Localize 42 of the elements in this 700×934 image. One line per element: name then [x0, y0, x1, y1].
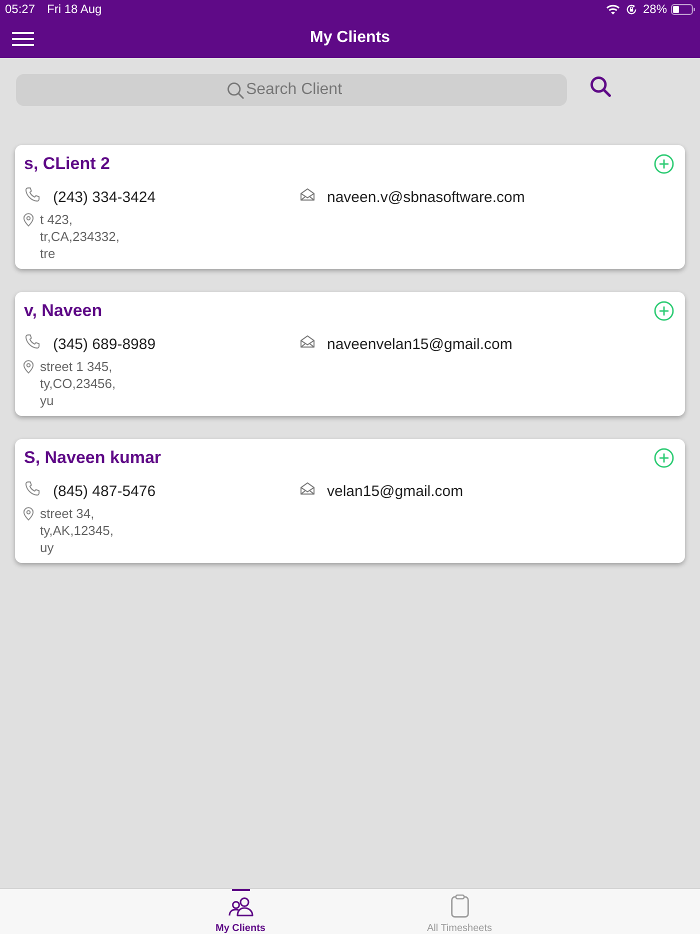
client-name: v, Naveen	[24, 301, 102, 321]
phone-number[interactable]: (243) 334-3424	[53, 188, 156, 206]
client-card[interactable]: S, Naveen kumar (845) 487-5476 velan15@gmail.com street 34, ty,AK,12345, uy	[15, 439, 685, 563]
client-name: S, Naveen kumar	[24, 448, 162, 468]
tab-button[interactable]: My Clients	[131, 889, 350, 934]
location-pin-icon	[23, 213, 34, 227]
client-address: street 1 345, ty,CO,23456, yu	[40, 358, 116, 409]
battery-percent: 28%	[642, 2, 667, 16]
email-address[interactable]: naveen.v@sbnasoftware.com	[327, 188, 525, 206]
menu-icon[interactable]	[12, 32, 34, 46]
phone-icon	[25, 480, 40, 496]
envelope-icon	[300, 188, 315, 200]
envelope-icon	[300, 482, 315, 494]
search-field[interactable]: Search Client	[16, 74, 567, 106]
status-time: 05:27	[5, 2, 36, 16]
email-address[interactable]: velan15@gmail.com	[327, 482, 464, 500]
client-card[interactable]: s, CLient 2 (243) 334-3424 naveen.v@sbnasoftware.com t 423, tr,CA,234332, tre	[15, 145, 685, 269]
clipboard-icon	[450, 894, 470, 918]
phone-number[interactable]: (345) 689-8989	[53, 336, 156, 352]
plus-circle-icon[interactable]	[654, 301, 674, 321]
plus-circle-icon[interactable]	[654, 154, 674, 174]
search-icon	[227, 82, 244, 99]
battery-icon	[671, 4, 695, 14]
status-date: Fri 18 Aug	[47, 2, 102, 16]
phone-icon	[25, 334, 40, 348]
location-pin-icon	[23, 360, 34, 374]
wifi-icon	[606, 4, 620, 14]
phone-number[interactable]: (845) 487-5476	[53, 482, 156, 500]
tab-indicator	[232, 889, 250, 891]
client-name: s, CLient 2	[24, 154, 110, 174]
screen-title: My Clients	[310, 29, 390, 47]
email-address[interactable]: naveenvelan15@gmail.com	[327, 336, 512, 352]
envelope-icon	[300, 334, 315, 348]
people-icon	[228, 897, 254, 917]
plus-circle-icon[interactable]	[654, 448, 674, 468]
client-card[interactable]: v, Naveen (345) 689-8989 naveenvelan15@gmail.com street 1 345, ty,CO,23456, yu	[15, 292, 685, 416]
search-icon[interactable]	[590, 76, 611, 97]
location-pin-icon	[23, 507, 34, 521]
client-address: t 423, tr,CA,234332, tre	[40, 211, 120, 262]
phone-icon	[25, 186, 40, 202]
rotation-lock-icon	[626, 4, 637, 14]
client-address: street 34, ty,AK,12345, uy	[40, 505, 114, 556]
